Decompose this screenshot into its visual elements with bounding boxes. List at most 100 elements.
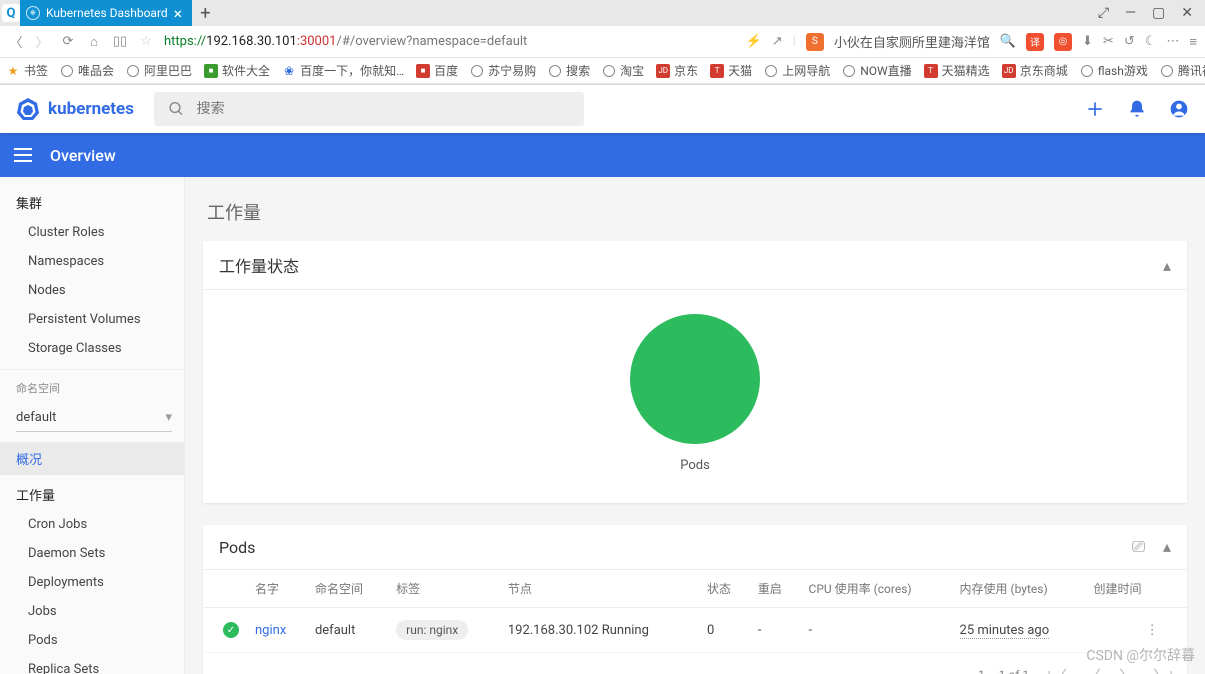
bookmark-item[interactable]: NOW直播 <box>842 62 911 79</box>
menu-icon[interactable]: ≡ <box>1189 34 1197 50</box>
reload-icon[interactable]: ⟳ <box>60 34 76 49</box>
night-mode-icon[interactable]: ☾ <box>1145 34 1157 49</box>
pagination-range: 1 – 1 of 1 <box>978 668 1029 674</box>
forward-icon[interactable]: 〉 <box>34 32 50 51</box>
content-heading: 工作量 <box>207 199 1187 225</box>
sidebar-section-workloads[interactable]: 工作量 <box>0 475 184 510</box>
column-header[interactable]: CPU 使用率 (cores) <box>801 570 952 608</box>
row-menu-icon[interactable]: ⋮ <box>1146 623 1159 638</box>
addr-hint[interactable]: 小伙在自家厕所里建海洋馆 <box>834 32 990 51</box>
new-tab-button[interactable]: + <box>200 3 210 24</box>
sidebar-item-replica-sets[interactable]: Replica Sets <box>0 655 184 674</box>
page-next-icon[interactable]: 〉 <box>1119 663 1135 674</box>
browser-chrome: Q ⎈ Kubernetes Dashboard × + ⤢ — ▢ ✕ 〈 〉… <box>0 0 1205 85</box>
bookmarks-bar: ★ 书签唯品会阿里巴巴 ■软件大全 ❀ 百度一下，你就知… ■百度苏宁易购搜索淘宝 JD京东… <box>0 58 1205 84</box>
bookmark-item[interactable]: T天猫精选 <box>924 62 990 79</box>
page-prev-icon[interactable]: 〈 <box>1085 663 1101 674</box>
column-header[interactable]: 标签 <box>388 570 500 608</box>
hamburger-icon[interactable] <box>14 148 32 162</box>
bookmark-item[interactable]: JD京东 <box>656 62 698 79</box>
tab-title: Kubernetes Dashboard <box>46 6 168 20</box>
scissors-icon[interactable]: ✂ <box>1103 34 1114 49</box>
window-close-icon[interactable]: ✕ <box>1181 5 1193 21</box>
collapse-icon[interactable]: ▴ <box>1163 537 1171 557</box>
bell-icon[interactable] <box>1127 99 1147 119</box>
window-maximize-icon[interactable]: ▢ <box>1152 5 1165 21</box>
search-box[interactable] <box>154 92 584 126</box>
sidebar-item-namespaces[interactable]: Namespaces <box>0 247 184 276</box>
window-minimize-icon[interactable]: — <box>1125 5 1136 21</box>
pod-name-link[interactable]: nginx <box>255 623 286 638</box>
search-glass-icon[interactable]: 🔍 <box>1000 34 1016 49</box>
more-icon[interactable]: ⋯ <box>1166 34 1179 49</box>
bookmark-label: 百度一下，你就知… <box>300 62 404 79</box>
bookmark-item[interactable]: 搜索 <box>548 62 590 79</box>
flash-icon[interactable]: ⚡ <box>746 34 762 49</box>
bookmark-item[interactable]: 苏宁易购 <box>470 62 536 79</box>
sogou-icon[interactable]: S <box>806 33 824 51</box>
sq-icon: JD <box>656 64 670 78</box>
column-header[interactable]: 名字 <box>247 570 307 608</box>
star-icon: ★ <box>6 64 20 78</box>
browser-tab[interactable]: ⎈ Kubernetes Dashboard × <box>20 0 192 26</box>
reader-icon[interactable]: ▯▯ <box>112 34 128 49</box>
column-header[interactable]: 状态 <box>699 570 750 608</box>
create-icon[interactable] <box>1085 99 1105 119</box>
sidebar-item-overview[interactable]: 概况 <box>0 442 184 475</box>
page-last-icon[interactable]: 〉| <box>1153 663 1173 674</box>
bookmark-item[interactable]: ■软件大全 <box>204 62 270 79</box>
bookmark-item[interactable]: flash游戏 <box>1080 62 1148 79</box>
bookmark-item[interactable]: ❀ 百度一下，你就知… <box>282 62 404 79</box>
sidebar-item-pods[interactable]: Pods <box>0 626 184 655</box>
column-header[interactable]: 节点 <box>500 570 699 608</box>
sidebar-section-cluster[interactable]: 集群 <box>0 183 184 218</box>
column-header[interactable]: 命名空间 <box>307 570 388 608</box>
translate-icon[interactable]: 译 <box>1026 33 1044 51</box>
download-icon[interactable]: ⬇ <box>1082 34 1093 49</box>
bookmark-item[interactable]: 上网导航 <box>764 62 830 79</box>
paw-icon: ❀ <box>282 64 296 78</box>
sidebar-item-persistent-volumes[interactable]: Persistent Volumes <box>0 305 184 334</box>
sidebar-item-deployments[interactable]: Deployments <box>0 568 184 597</box>
cell-age: 25 minutes ago <box>960 623 1050 639</box>
favorite-icon[interactable]: ☆ <box>138 34 154 49</box>
table-row[interactable]: ✓ nginx default run: nginx 192.168.30.10… <box>203 608 1187 653</box>
page-first-icon[interactable]: |〈 <box>1047 663 1067 674</box>
k8s-logo[interactable]: kubernetes <box>16 97 134 121</box>
close-tab-icon[interactable]: × <box>174 4 183 23</box>
bookmark-item[interactable]: JD京东商城 <box>1002 62 1068 79</box>
column-header[interactable]: 内存使用 (bytes) <box>952 570 1086 608</box>
sidebar-item-cron-jobs[interactable]: Cron Jobs <box>0 510 184 539</box>
pods-table: 名字命名空间标签节点状态重启CPU 使用率 (cores)内存使用 (bytes… <box>203 570 1187 653</box>
restore-icon[interactable]: ↺ <box>1124 34 1135 49</box>
url-field[interactable]: https://192.168.30.101:30001/#/overview?… <box>164 34 736 49</box>
bookmark-item[interactable]: 阿里巴巴 <box>126 62 192 79</box>
sidebar-item-jobs[interactable]: Jobs <box>0 597 184 626</box>
search-input[interactable] <box>197 101 570 117</box>
bookmark-item[interactable]: 淘宝 <box>602 62 644 79</box>
capture-icon[interactable]: ◎ <box>1054 33 1072 51</box>
bookmark-item[interactable]: ■百度 <box>416 62 458 79</box>
sidebar-item-nodes[interactable]: Nodes <box>0 276 184 305</box>
filter-icon[interactable]: ⎚ <box>1132 537 1145 557</box>
bookmark-item[interactable]: ★ 书签 <box>6 62 48 79</box>
globe-icon <box>1080 64 1094 78</box>
sidebar-item-daemon-sets[interactable]: Daemon Sets <box>0 539 184 568</box>
user-icon[interactable] <box>1169 99 1189 119</box>
bookmark-label: 书签 <box>24 62 48 79</box>
sq-icon: ■ <box>204 64 218 78</box>
bookmark-item[interactable]: 唯品会 <box>60 62 114 79</box>
workload-status-card: 工作量状态 ▴ Pods <box>203 241 1187 503</box>
sidebar-item-cluster-roles[interactable]: Cluster Roles <box>0 218 184 247</box>
window-expand-icon[interactable]: ⤢ <box>1098 5 1109 21</box>
column-header[interactable]: 创建时间 <box>1085 570 1166 608</box>
share-icon[interactable]: ↗ <box>772 34 783 49</box>
bookmark-item[interactable]: 腾讯视频 <box>1160 62 1205 79</box>
collapse-icon[interactable]: ▴ <box>1163 256 1171 275</box>
home-icon[interactable]: ⌂ <box>86 34 102 50</box>
sidebar-item-storage-classes[interactable]: Storage Classes <box>0 334 184 363</box>
back-icon[interactable]: 〈 <box>8 32 24 51</box>
column-header[interactable]: 重启 <box>750 570 801 608</box>
bookmark-item[interactable]: T天猫 <box>710 62 752 79</box>
namespace-select[interactable]: default ▾ <box>16 404 172 432</box>
